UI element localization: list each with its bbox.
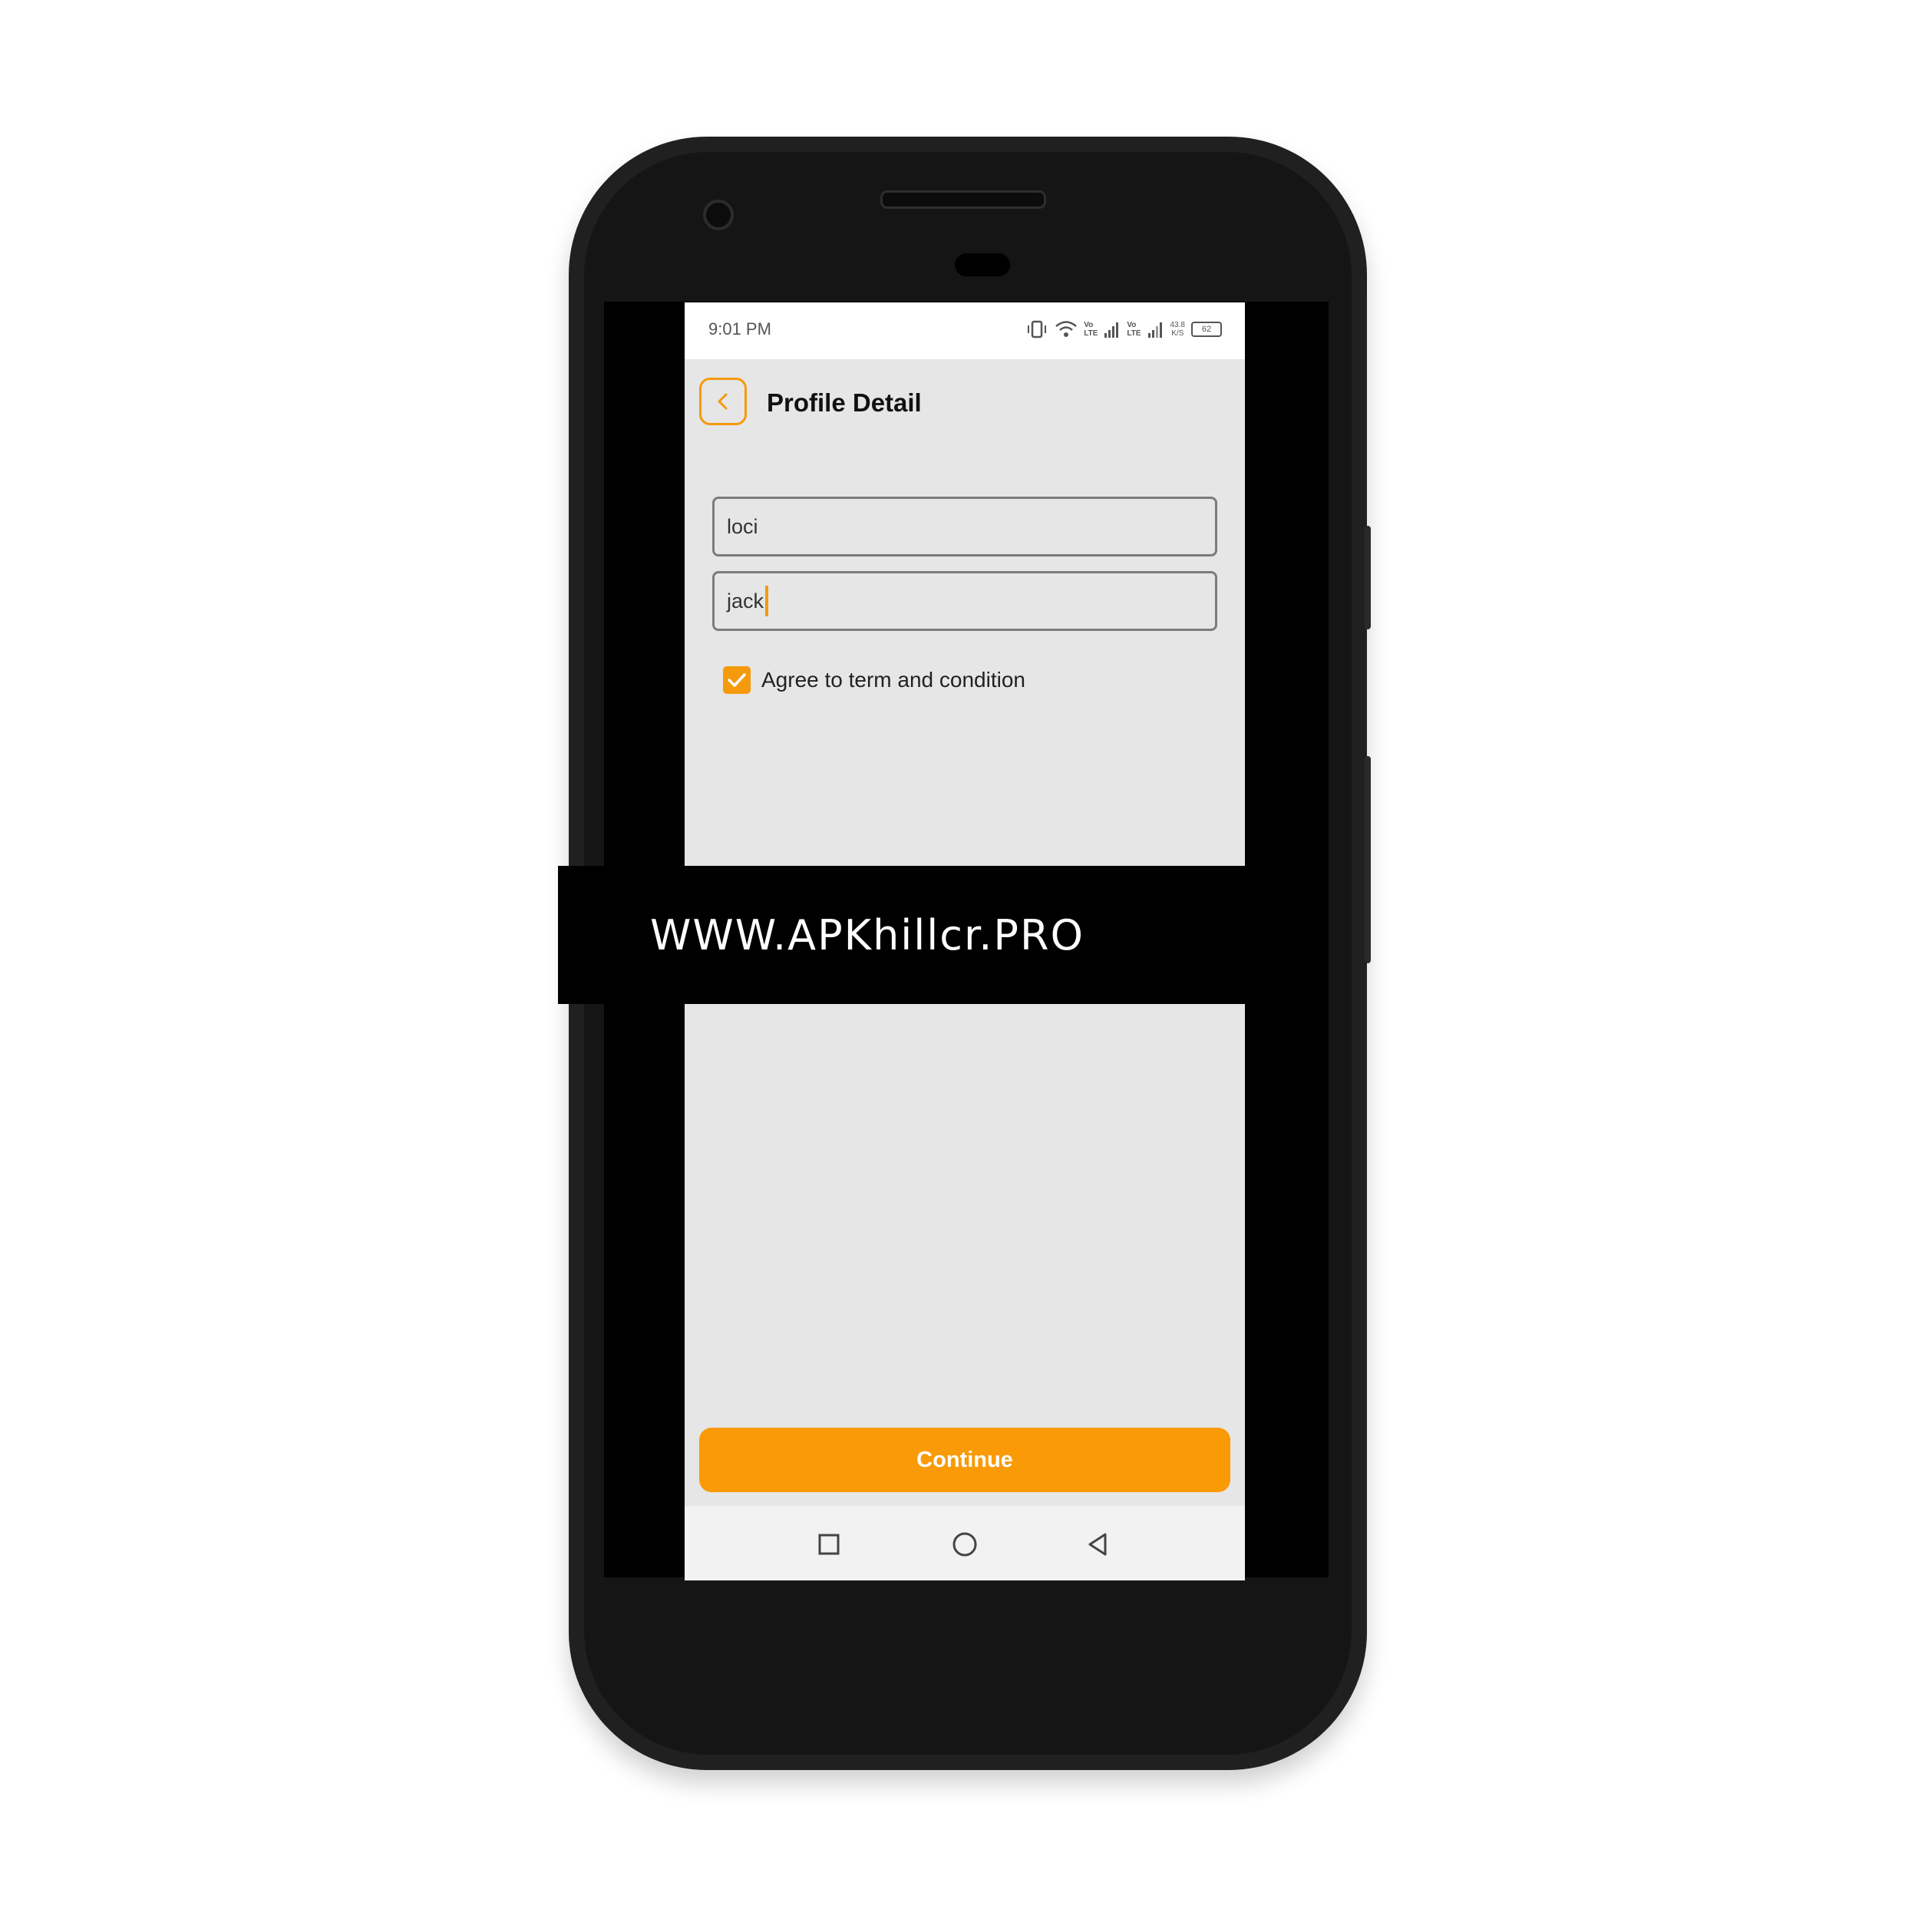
checkmark-icon	[728, 673, 746, 687]
network-speed-unit: K/S	[1171, 329, 1184, 338]
network-speed-value: 43.8	[1170, 321, 1185, 329]
triangle-back-icon	[1088, 1533, 1107, 1556]
proximity-sensor	[955, 253, 1010, 276]
navigation-bar	[685, 1506, 1245, 1580]
first-name-field[interactable]: loci	[712, 497, 1217, 556]
status-bar: 9:01 PM Vo LTE Vo LTE 43.8 K/S 62	[685, 302, 1245, 359]
back-button[interactable]	[699, 378, 747, 425]
home-button[interactable]	[949, 1529, 980, 1560]
page-title: Profile Detail	[767, 388, 922, 417]
earpiece-speaker	[880, 190, 1046, 209]
volte-vo-label-2: Vo	[1127, 321, 1137, 329]
volte-vo-label: Vo	[1084, 321, 1094, 329]
front-camera-icon	[703, 200, 734, 230]
signal-icon	[1104, 322, 1119, 338]
agree-checkbox[interactable]	[723, 666, 751, 694]
recents-button[interactable]	[814, 1529, 844, 1560]
battery-level: 62	[1201, 325, 1212, 334]
volte-icon: Vo LTE	[1084, 321, 1098, 338]
agree-terms-row: Agree to term and condition	[723, 666, 1025, 694]
network-speed: 43.8 K/S	[1170, 321, 1185, 338]
first-name-value: loci	[727, 514, 758, 538]
chevron-left-icon	[718, 393, 728, 410]
watermark-text: WWW.APKhillcr.PRO	[650, 910, 1084, 959]
watermark-banner: WWW.APKhillcr.PRO	[558, 866, 1246, 1004]
volte-lte-label: LTE	[1084, 329, 1098, 338]
status-icons: Vo LTE Vo LTE 43.8 K/S 62	[1025, 318, 1222, 341]
page-header: Profile Detail	[685, 359, 1245, 459]
vibrate-icon	[1028, 320, 1047, 339]
continue-button[interactable]: Continue	[699, 1428, 1230, 1492]
status-time: 9:01 PM	[708, 319, 771, 339]
square-recents-icon	[818, 1534, 840, 1555]
power-button	[1365, 526, 1371, 629]
battery-icon: 62	[1191, 322, 1222, 337]
text-cursor	[765, 586, 769, 616]
volte-icon-2: Vo LTE	[1127, 321, 1141, 338]
back-nav-button[interactable]	[1082, 1529, 1113, 1560]
signal-icon-2	[1147, 322, 1162, 338]
last-name-value: jack	[727, 589, 764, 613]
last-name-field[interactable]: jack	[712, 571, 1217, 631]
volte-lte-label-2: LTE	[1127, 329, 1141, 338]
volume-button	[1365, 756, 1371, 963]
wifi-icon	[1055, 321, 1078, 337]
agree-label: Agree to term and condition	[761, 668, 1025, 692]
circle-home-icon	[952, 1532, 977, 1557]
